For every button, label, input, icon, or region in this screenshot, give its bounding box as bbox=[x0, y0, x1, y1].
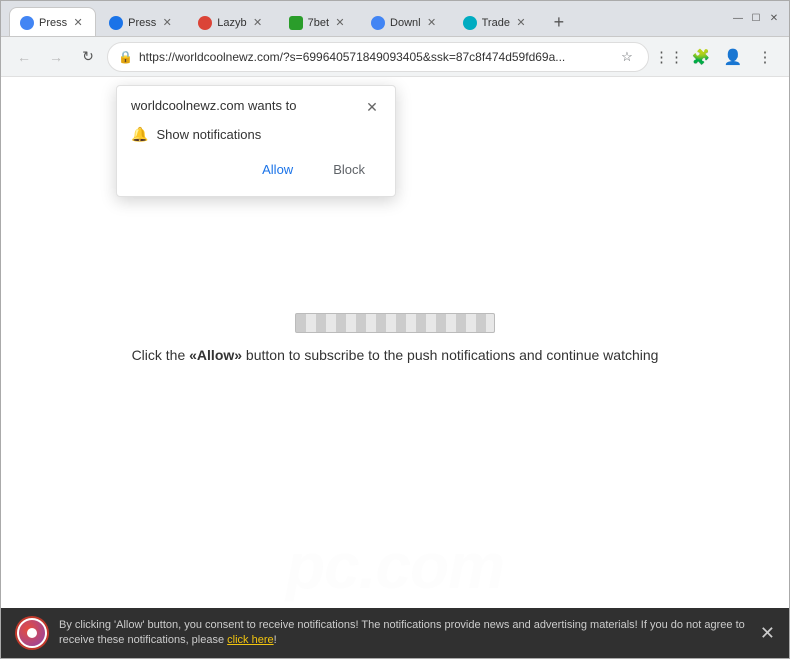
tab-3[interactable]: Lazyb ✕ bbox=[187, 7, 275, 36]
tab-5-favicon bbox=[371, 16, 385, 30]
tab-3-favicon bbox=[198, 16, 212, 30]
tab-6-title: Trade bbox=[482, 17, 510, 29]
address-bar: ← → ↻ 🔒 https://worldcoolnewz.com/?s=699… bbox=[1, 37, 789, 77]
lock-icon: 🔒 bbox=[118, 50, 133, 64]
tabs-area: Press ✕ Press ✕ Lazyb ✕ 7bet ✕ bbox=[9, 1, 723, 36]
tab-6[interactable]: Trade ✕ bbox=[452, 7, 539, 36]
address-right-buttons: ⋮⋮ 🧩 👤 ⋮ bbox=[655, 43, 779, 71]
forward-button[interactable]: → bbox=[43, 44, 69, 70]
tab-5-title: Downl bbox=[390, 17, 421, 29]
url-bar[interactable]: 🔒 https://worldcoolnewz.com/?s=699640571… bbox=[107, 42, 649, 72]
block-button[interactable]: Block bbox=[317, 157, 381, 182]
bottom-notification-bar: By clicking 'Allow' button, you consent … bbox=[1, 608, 789, 658]
watermark-text: pc.com bbox=[286, 530, 504, 602]
google-apps-icon[interactable]: ⋮⋮ bbox=[655, 43, 683, 71]
tab-1-title: Press bbox=[39, 17, 67, 29]
notification-permission-popup: worldcoolnewz.com wants to ✕ 🔔 Show noti… bbox=[116, 85, 396, 197]
close-window-button[interactable]: ✕ bbox=[767, 12, 781, 26]
tab-2-favicon bbox=[109, 16, 123, 30]
url-text: https://worldcoolnewz.com/?s=69964057184… bbox=[139, 50, 610, 64]
loading-progress-bar bbox=[295, 313, 495, 333]
tab-1-favicon bbox=[20, 16, 34, 30]
bottom-bar-link[interactable]: click here bbox=[227, 634, 273, 646]
bottom-bar-close-button[interactable]: ✕ bbox=[760, 623, 775, 644]
window-controls: — ☐ ✕ bbox=[731, 12, 781, 26]
browser-window: Press ✕ Press ✕ Lazyb ✕ 7bet ✕ bbox=[0, 0, 790, 659]
tab-2-close[interactable]: ✕ bbox=[160, 16, 174, 30]
instruction-suffix: button to subscribe to the push notifica… bbox=[242, 347, 658, 363]
bookmark-star-icon[interactable]: ☆ bbox=[616, 46, 638, 68]
tab-3-title: Lazyb bbox=[217, 17, 246, 29]
tab-1-close[interactable]: ✕ bbox=[71, 16, 85, 30]
permission-text: Show notifications bbox=[156, 127, 261, 142]
maximize-button[interactable]: ☐ bbox=[749, 12, 763, 26]
instruction-bold: «Allow» bbox=[189, 347, 242, 363]
tab-2-title: Press bbox=[128, 17, 156, 29]
watermark: pc.com bbox=[286, 529, 504, 603]
popup-close-button[interactable]: ✕ bbox=[363, 98, 381, 116]
bottom-text-suffix: ! bbox=[274, 634, 277, 646]
profile-icon[interactable]: 👤 bbox=[719, 43, 747, 71]
popup-title: worldcoolnewz.com wants to bbox=[131, 98, 296, 113]
progress-bar-wrap bbox=[295, 313, 495, 333]
menu-button[interactable]: ⋮ bbox=[751, 43, 779, 71]
tab-6-favicon bbox=[463, 16, 477, 30]
url-actions: ☆ bbox=[616, 46, 638, 68]
allow-button[interactable]: Allow bbox=[246, 157, 309, 182]
back-button[interactable]: ← bbox=[11, 44, 37, 70]
tab-4[interactable]: 7bet ✕ bbox=[278, 7, 358, 36]
bottom-site-icon bbox=[15, 616, 49, 650]
bottom-text-prefix: By clicking 'Allow' button, you consent … bbox=[59, 619, 745, 646]
minimize-button[interactable]: — bbox=[731, 12, 745, 26]
bell-icon: 🔔 bbox=[131, 126, 148, 143]
tab-1[interactable]: Press ✕ bbox=[9, 7, 96, 36]
page-content: worldcoolnewz.com wants to ✕ 🔔 Show noti… bbox=[1, 77, 789, 658]
instruction-prefix: Click the bbox=[132, 347, 190, 363]
reload-button[interactable]: ↻ bbox=[75, 44, 101, 70]
tab-5[interactable]: Downl ✕ bbox=[360, 7, 450, 36]
extensions-icon[interactable]: 🧩 bbox=[687, 43, 715, 71]
tab-2[interactable]: Press ✕ bbox=[98, 7, 185, 36]
new-tab-button[interactable]: + bbox=[545, 8, 573, 36]
page-instruction: Click the «Allow» button to subscribe to… bbox=[132, 347, 659, 363]
tab-4-close[interactable]: ✕ bbox=[333, 16, 347, 30]
permission-row: 🔔 Show notifications bbox=[131, 126, 381, 143]
tab-6-close[interactable]: ✕ bbox=[514, 16, 528, 30]
tab-3-close[interactable]: ✕ bbox=[251, 16, 265, 30]
tab-4-title: 7bet bbox=[308, 17, 329, 29]
title-bar: Press ✕ Press ✕ Lazyb ✕ 7bet ✕ bbox=[1, 1, 789, 37]
tab-4-favicon bbox=[289, 16, 303, 30]
popup-buttons: Allow Block bbox=[131, 157, 381, 182]
popup-header: worldcoolnewz.com wants to ✕ bbox=[131, 98, 381, 116]
bottom-bar-text: By clicking 'Allow' button, you consent … bbox=[59, 618, 750, 649]
tab-5-close[interactable]: ✕ bbox=[425, 16, 439, 30]
